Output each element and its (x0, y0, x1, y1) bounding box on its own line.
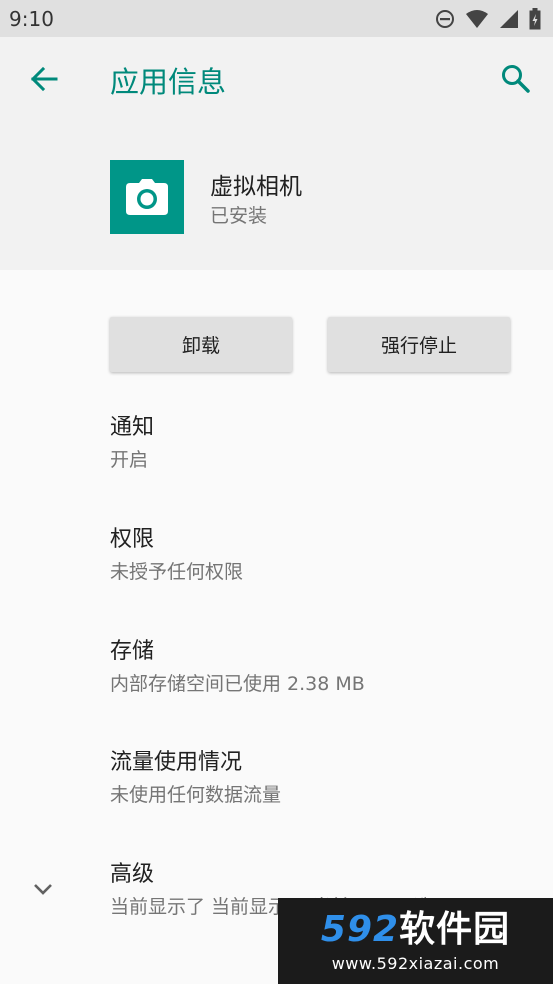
back-button[interactable] (26, 61, 62, 97)
force-stop-button[interactable]: 强行停止 (328, 317, 510, 372)
wifi-icon (466, 9, 488, 28)
app-name: 虚拟相机 (210, 174, 302, 200)
app-icon (110, 160, 184, 234)
status-time: 9:10 (9, 6, 54, 31)
app-install-status: 已安装 (210, 205, 268, 227)
watermark-url: www.592xiazai.com (331, 953, 500, 973)
battery-icon (529, 7, 541, 29)
chevron-down-icon[interactable] (28, 874, 58, 904)
status-bar: 9:10 (0, 0, 553, 37)
row-title: 存储 (110, 639, 155, 664)
row-title: 通知 (110, 415, 155, 440)
signal-icon (500, 9, 518, 28)
search-icon (502, 65, 530, 93)
uninstall-button[interactable]: 卸载 (110, 317, 292, 372)
settings-row-storage[interactable]: 存储 内部存储空间已使用 2.38 MB (110, 637, 530, 699)
page-title: 应用信息 (110, 65, 227, 99)
watermark: 592软件园 www.592xiazai.com (278, 898, 553, 984)
do-not-disturb-icon (436, 9, 454, 28)
row-subtitle: 未使用任何数据流量 (110, 784, 282, 806)
watermark-logo-text: 软件园 (399, 908, 511, 950)
row-subtitle: 未授予任何权限 (110, 561, 244, 583)
row-subtitle: 内部存储空间已使用 2.38 MB (110, 673, 365, 695)
arrow-back-icon (30, 66, 58, 92)
watermark-logo-number: 592 (320, 908, 400, 950)
search-button[interactable] (497, 61, 533, 97)
row-subtitle: 开启 (110, 449, 149, 471)
status-icons (435, 7, 541, 30)
row-title: 流量使用情况 (110, 750, 243, 775)
row-title: 权限 (110, 527, 155, 552)
settings-row-data-usage[interactable]: 流量使用情况 未使用任何数据流量 (110, 748, 530, 810)
row-title: 高级 (110, 862, 155, 887)
camera-icon (126, 179, 168, 215)
watermark-logo: 592软件园 (320, 908, 511, 950)
settings-row-permissions[interactable]: 权限 未授予任何权限 (110, 525, 530, 587)
settings-row-notifications[interactable]: 通知 开启 (110, 413, 530, 475)
app-header: 应用信息 虚拟相机 已安装 (0, 37, 553, 270)
